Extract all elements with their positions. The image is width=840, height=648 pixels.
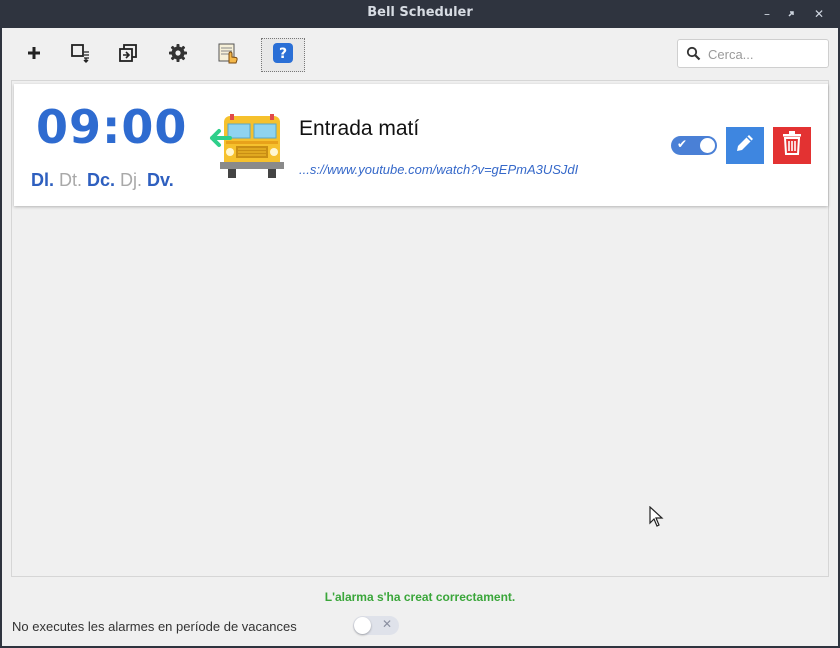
main-window: ? Cerca... 09:00 Dl. Dt. Dc. Dj. Dv. Ent…: [2, 28, 838, 646]
search-input[interactable]: Cerca...: [677, 39, 829, 68]
export-button[interactable]: [62, 38, 98, 72]
help-icon: ?: [272, 42, 294, 69]
export-icon: [69, 42, 91, 69]
day-dv: Dv.: [147, 170, 174, 190]
search-icon: [686, 46, 701, 66]
close-icon[interactable]: ✕: [810, 5, 828, 23]
alarm-card: 09:00 Dl. Dt. Dc. Dj. Dv. Entrada matí .…: [14, 84, 828, 206]
alarm-sound-url: ...s://www.youtube.com/watch?v=gEPmA3USJ…: [299, 162, 579, 177]
settings-button[interactable]: [160, 38, 196, 72]
maximize-icon[interactable]: [782, 5, 800, 23]
toggle-knob: [354, 617, 371, 634]
alarm-list: 09:00 Dl. Dt. Dc. Dj. Dv. Entrada matí .…: [11, 80, 829, 577]
vacation-label: No executes les alarmes en període de va…: [12, 619, 297, 634]
title-bar: Bell Scheduler – ✕: [0, 0, 840, 28]
check-icon: ✔: [677, 137, 688, 151]
day-dl: Dl.: [31, 170, 55, 190]
alarm-enabled-toggle[interactable]: ✔: [671, 136, 717, 155]
pencil-icon: [733, 131, 757, 160]
school-bus-icon: [208, 112, 288, 187]
status-message: L'alarma s'ha creat correctament.: [324, 590, 516, 604]
trash-icon: [781, 130, 803, 161]
alarm-time: 09:00: [36, 100, 188, 154]
gear-icon: [168, 43, 188, 68]
svg-text:?: ?: [279, 46, 287, 62]
toggle-knob: [700, 138, 715, 153]
search-placeholder: Cerca...: [708, 47, 754, 62]
day-dt: Dt.: [59, 170, 83, 190]
add-icon: [26, 45, 42, 66]
edit-alarm-button[interactable]: [726, 127, 764, 164]
window-title: Bell Scheduler: [367, 5, 473, 20]
alarm-days: Dl. Dt. Dc. Dj. Dv.: [31, 170, 174, 191]
day-dc: Dc.: [87, 170, 116, 190]
add-alarm-button[interactable]: [16, 38, 52, 72]
alarm-title: Entrada matí: [299, 117, 420, 140]
help-button[interactable]: ?: [261, 38, 305, 72]
vacation-toggle[interactable]: ✕: [353, 616, 399, 635]
minimize-icon[interactable]: –: [758, 5, 776, 23]
import-icon: [118, 43, 138, 68]
holidays-icon: [217, 42, 239, 69]
mouse-cursor-icon: [649, 505, 665, 533]
day-dj: Dj.: [120, 170, 143, 190]
x-icon: ✕: [381, 617, 392, 631]
delete-alarm-button[interactable]: [773, 127, 811, 164]
import-button[interactable]: [110, 38, 146, 72]
holidays-button[interactable]: [210, 38, 246, 72]
